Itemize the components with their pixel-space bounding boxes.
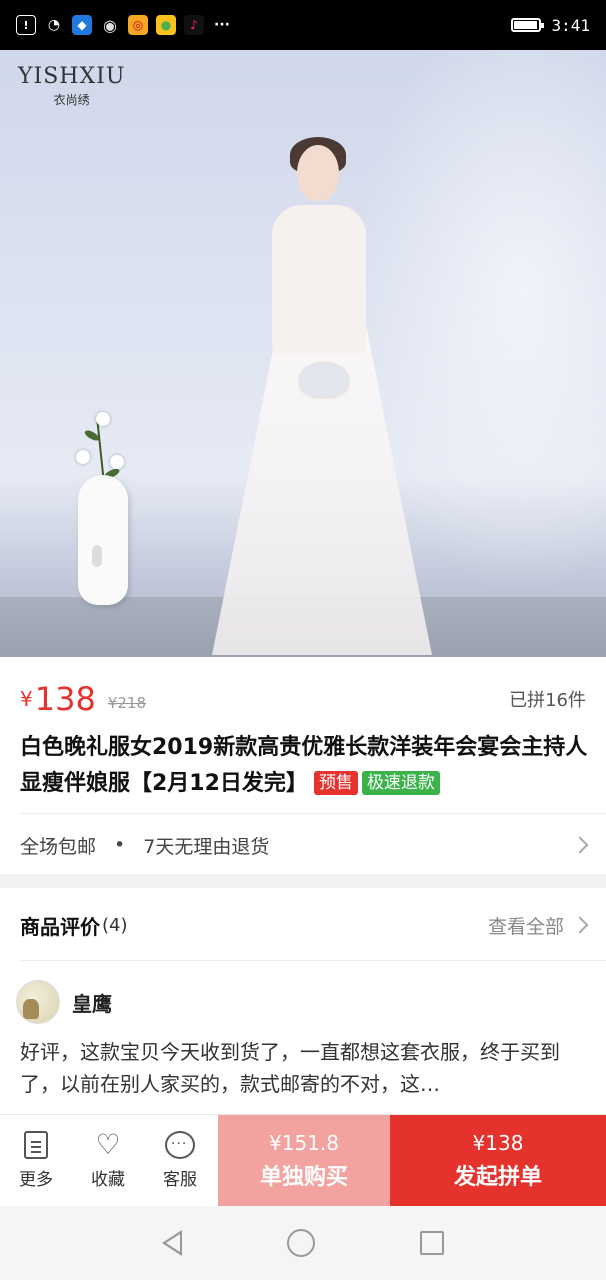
action-bar: 更多 ♡ 收藏 客服 ¥151.8 单独购买 ¥138 发起拼单 (0, 1114, 606, 1206)
product-title: 白色晚礼服女2019新款高贵优雅长款洋装年会宴会主持人显瘦伴娘服【2月12日发完… (20, 730, 590, 802)
model-in-dress (212, 137, 432, 655)
more-button[interactable]: 更多 (0, 1115, 72, 1206)
flower (96, 412, 110, 426)
brand-logo: YISHXIU 衣尚绣 (18, 64, 125, 108)
group-buy-label: 发起拼单 (453, 1164, 542, 1190)
reviewer: 皇鹰 (16, 978, 112, 1026)
tiktok-icon: ♪ (184, 15, 204, 35)
divider (20, 960, 606, 961)
recent-apps-icon[interactable] (419, 1231, 444, 1255)
review-header: 商品评价 (4) 查看全部 (20, 900, 589, 950)
status-right: 3:41 (511, 16, 590, 35)
clutch-bag (300, 363, 348, 397)
reviews-count: (4) (102, 914, 128, 936)
price-row: ¥ 138 ¥218 已拼16件 (20, 677, 586, 721)
favorite-button[interactable]: ♡ 收藏 (72, 1115, 144, 1206)
system-nav-bar (0, 1206, 606, 1280)
shield-app-icon: ◆ (72, 15, 92, 35)
section-gap (0, 874, 606, 888)
original-price: ¥218 (107, 694, 146, 712)
wifi-icon: ◔ (47, 17, 61, 33)
avatar (16, 980, 60, 1024)
weibo-icon: ◎ (128, 15, 148, 35)
start-group-buy-button[interactable]: ¥138 发起拼单 (390, 1115, 606, 1206)
brand-logo-text: YISHXIU (18, 64, 126, 89)
battery-icon (511, 18, 545, 32)
reviews-label: 商品评价 (20, 914, 100, 939)
qq-icon: ◉ (103, 15, 117, 35)
status-icons: ! ◔ ◆ ◉ ◎ ● ♪ ··· (16, 15, 232, 35)
list-icon (24, 1131, 48, 1159)
flower (76, 450, 90, 464)
sold-count: 已拼16件 (509, 690, 586, 711)
price-symbol: ¥ (20, 687, 33, 711)
alert-icon: ! (16, 15, 36, 35)
chevron-right-icon (571, 916, 589, 934)
fast-refund-badge: 极速退款 (361, 771, 440, 795)
reviewer-name: 皇鹰 (72, 991, 112, 1016)
product-image[interactable]: YISHXIU 衣尚绣 (0, 50, 606, 657)
separator-dot: • (114, 834, 126, 856)
buy-alone-label: 单独购买 (259, 1164, 348, 1190)
view-all-label: 查看全部 (487, 915, 564, 938)
home-icon[interactable] (286, 1229, 315, 1257)
flower (110, 455, 124, 469)
presale-badge: 预售 (313, 771, 358, 795)
back-icon[interactable] (162, 1230, 183, 1256)
brand-logo-subtext: 衣尚绣 (53, 93, 90, 107)
view-all-reviews-link[interactable]: 查看全部 (487, 912, 589, 939)
group-buy-price: ¥138 (472, 1130, 524, 1155)
customer-service-button[interactable]: 客服 (144, 1115, 216, 1206)
review-text[interactable]: 好评，这款宝贝今天收到货了，一直都想这套衣服，终于买到了，以前在别人家买的，款式… (20, 1036, 590, 1100)
buy-alone-price: ¥151.8 (269, 1130, 339, 1155)
fruit-app-icon: ● (156, 15, 176, 35)
chevron-right-icon (571, 836, 589, 854)
free-shipping-label: 全场包邮 (20, 835, 97, 858)
service-row[interactable]: 全场包邮 • 7天无理由退货 (20, 820, 589, 870)
heart-icon: ♡ (95, 1128, 121, 1161)
status-bar: ! ◔ ◆ ◉ ◎ ● ♪ ··· 3:41 (0, 0, 606, 50)
chat-bubble-icon (165, 1131, 195, 1159)
group-price: 138 (34, 680, 96, 718)
product-title-text: 白色晚礼服女2019新款高贵优雅长款洋装年会宴会主持人显瘦伴娘服【2月12日发完… (20, 735, 588, 796)
more-dots-icon: ··· (214, 17, 230, 33)
return-policy-label: 7天无理由退货 (143, 835, 270, 858)
more-label: 更多 (19, 1170, 53, 1190)
customer-service-label: 客服 (163, 1170, 197, 1190)
vase (78, 475, 128, 605)
favorite-label: 收藏 (91, 1170, 125, 1190)
clock: 3:41 (551, 15, 590, 35)
buy-alone-button[interactable]: ¥151.8 单独购买 (218, 1115, 390, 1206)
divider (20, 813, 606, 814)
